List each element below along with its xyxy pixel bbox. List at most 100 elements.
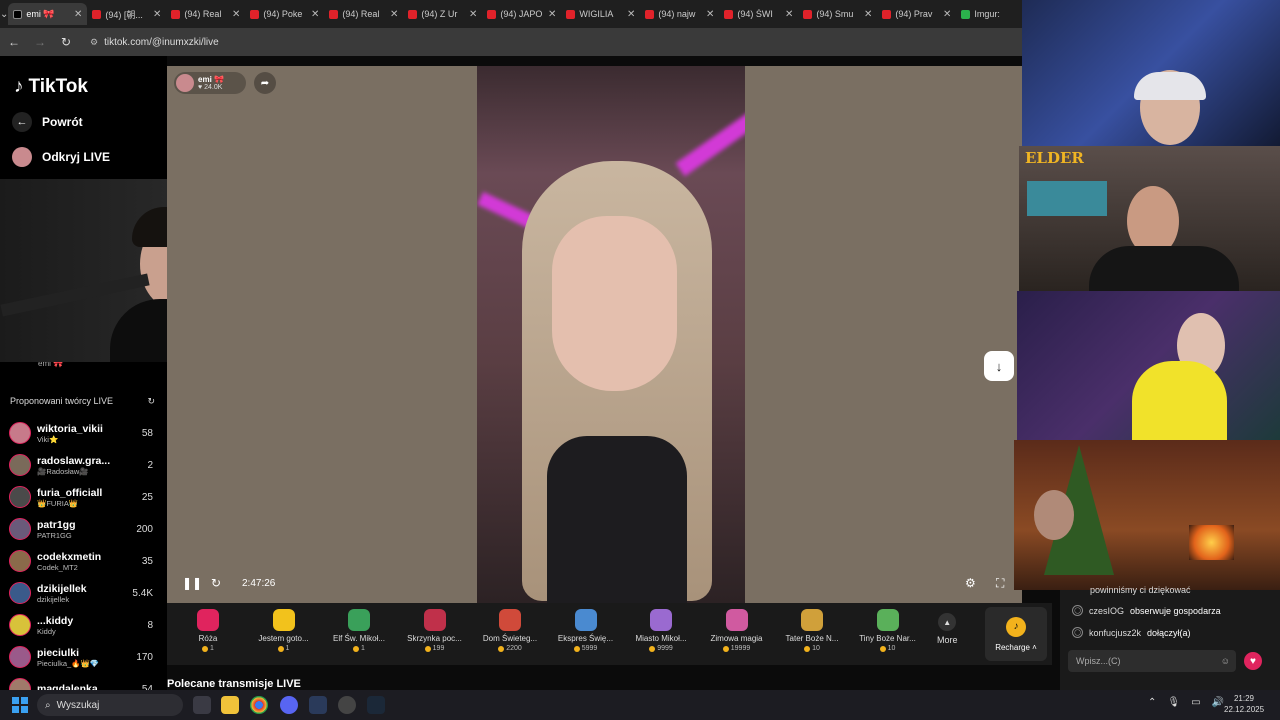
close-tab-icon[interactable]: ✕ bbox=[469, 9, 477, 20]
close-tab-icon[interactable]: ✕ bbox=[311, 9, 319, 20]
gift-item[interactable]: Miasto Mikoł... 9999 bbox=[626, 609, 696, 652]
recharge-button[interactable]: ♪ Recharge ˄ bbox=[985, 607, 1047, 661]
close-tab-icon[interactable]: ✕ bbox=[232, 9, 240, 20]
url-field[interactable]: ⚙ tiktok.com/@inumxzki/live bbox=[90, 37, 219, 48]
back-link[interactable]: ← Powrót bbox=[12, 112, 83, 132]
tiktok-logo[interactable]: ♪ TikTok bbox=[14, 76, 88, 98]
browser-tab[interactable]: (94) Prav ✕ bbox=[877, 3, 956, 25]
taskbar-search[interactable]: ⌕ Wyszukaj bbox=[37, 694, 183, 716]
creator-item[interactable]: radoslaw.gra... 🎥Radosław🎥 2 bbox=[9, 450, 153, 480]
tabs-container: emi 🎀 ✕ (94) [朝... ✕ (94) Real ✕ (94) Poke ✕ (94… bbox=[8, 3, 1022, 25]
close-tab-icon[interactable]: ✕ bbox=[390, 9, 398, 20]
creator-subtitle: Kiddy bbox=[37, 626, 56, 636]
cam-face bbox=[1034, 490, 1074, 540]
refresh-stream-icon[interactable]: ↻ bbox=[211, 576, 221, 590]
url-text: tiktok.com/@inumxzki/live bbox=[104, 36, 219, 48]
app-icon[interactable] bbox=[309, 696, 327, 714]
clock[interactable]: 21:29 22.12.2025 bbox=[1224, 693, 1264, 715]
chevron-up-icon[interactable]: ⌃ bbox=[1148, 697, 1156, 708]
chat-input[interactable]: Wpisz...(C) ☺ bbox=[1068, 650, 1236, 672]
more-gifts-button[interactable]: ▲ More bbox=[937, 613, 958, 645]
browser-tab[interactable]: (94) [朝... ✕ bbox=[87, 3, 166, 25]
browser-tab[interactable]: Imgur: bbox=[956, 3, 1022, 25]
network-icon[interactable]: ▭ bbox=[1191, 697, 1200, 708]
close-tab-icon[interactable]: ✕ bbox=[943, 9, 951, 20]
fullscreen-icon[interactable]: ⛶ bbox=[996, 576, 1004, 591]
back-arrow-icon: ← bbox=[12, 112, 32, 132]
obs-icon[interactable] bbox=[338, 696, 356, 714]
gift-item[interactable]: Dom Świeteg... 2200 bbox=[475, 609, 545, 652]
chrome-icon[interactable] bbox=[250, 696, 268, 714]
gift-item[interactable]: Zimowa magia 19999 bbox=[702, 609, 772, 652]
creator-item[interactable]: dzikijellek dzikijellek 5.4K bbox=[9, 578, 153, 608]
tiktok-favicon-icon bbox=[13, 9, 23, 19]
share-button[interactable]: ➦ bbox=[254, 72, 276, 94]
discord-icon[interactable] bbox=[280, 696, 298, 714]
chat-user[interactable]: konfucjusz2k bbox=[1089, 628, 1141, 638]
gift-item[interactable]: Tiny Boże Nar... 10 bbox=[853, 609, 923, 652]
settings-gear-icon[interactable]: ⚙ bbox=[965, 576, 976, 590]
gift-item[interactable]: Tater Boże N... 10 bbox=[777, 609, 847, 652]
close-tab-icon[interactable]: ✕ bbox=[627, 9, 635, 20]
creator-item[interactable]: wiktoria_vikii Viki⭐ 58 bbox=[9, 418, 153, 448]
forward-arrow-icon[interactable]: → bbox=[32, 34, 48, 50]
file-explorer-icon[interactable] bbox=[221, 696, 239, 714]
creator-item[interactable]: furia_officiall 👑FURIA👑 25 bbox=[9, 482, 153, 512]
creator-item[interactable]: pieciulki Pieciulka_🔥👑💎 170 bbox=[9, 642, 153, 672]
back-arrow-icon[interactable]: ← bbox=[6, 34, 22, 50]
windows-start-icon[interactable] bbox=[12, 697, 28, 713]
browser-tab[interactable]: (94) Z Ur ✕ bbox=[403, 3, 482, 25]
gift-item[interactable]: Elf Św. Mikoł... 1 bbox=[324, 609, 394, 652]
creator-item[interactable]: magdalenka_... 54 bbox=[9, 674, 153, 690]
emoji-icon[interactable]: ☺ bbox=[1221, 656, 1230, 666]
gift-item[interactable]: Róża 1 bbox=[173, 609, 243, 652]
gift-item[interactable]: Jestem goto... 1 bbox=[249, 609, 319, 652]
browser-tab-bar: ⌄ emi 🎀 ✕ (94) [朝... ✕ (94) Real ✕ (94) Poke ✕(… bbox=[0, 0, 1022, 28]
browser-tab[interactable]: (94) Real ✕ bbox=[324, 3, 403, 25]
volume-icon[interactable]: 🔊 bbox=[1212, 697, 1224, 708]
close-tab-icon[interactable]: ✕ bbox=[785, 9, 793, 20]
pause-icon[interactable]: ❚❚ bbox=[182, 576, 202, 590]
microphone-icon[interactable]: 🎙 bbox=[1167, 697, 1180, 708]
browser-tab[interactable]: (94) Smu ✕ bbox=[798, 3, 877, 25]
task-view-icon[interactable] bbox=[193, 696, 211, 714]
close-tab-icon[interactable]: ✕ bbox=[706, 9, 714, 20]
creator-text: codekxmetin Codek_MT2 bbox=[37, 551, 136, 572]
tab-search-chevron-icon[interactable]: ⌄ bbox=[0, 0, 8, 28]
gift-price-value: 199 bbox=[432, 645, 445, 652]
close-tab-icon[interactable]: ✕ bbox=[153, 9, 161, 20]
tiktok-brand: TikTok bbox=[28, 76, 88, 97]
viewer-count: 5.4K bbox=[132, 587, 153, 599]
refresh-icon[interactable]: ↻ bbox=[147, 396, 155, 407]
address-bar-row: ← → ↻ ⚙ tiktok.com/@inumxzki/live bbox=[0, 28, 1022, 56]
close-tab-icon[interactable]: ✕ bbox=[74, 9, 82, 20]
gift-item[interactable]: Skrzynka poc... 199 bbox=[400, 609, 470, 652]
browser-tab[interactable]: (94) najw ✕ bbox=[640, 3, 719, 25]
host-pill[interactable]: emi 🎀 ♥ 24.0K bbox=[174, 72, 246, 94]
site-info-icon[interactable]: ⚙ bbox=[90, 37, 98, 48]
close-tab-icon[interactable]: ✕ bbox=[548, 9, 556, 20]
browser-tab[interactable]: (94) JAPO ✕ bbox=[482, 3, 561, 25]
browser-tab[interactable]: (94) ŚWI ✕ bbox=[719, 3, 798, 25]
coin-icon bbox=[804, 645, 811, 652]
tab-label: (94) Real bbox=[184, 9, 222, 19]
recommended-heading: Polecane transmisje LIVE bbox=[167, 678, 301, 690]
recharge-label: Recharge ˄ bbox=[995, 642, 1037, 652]
close-tab-icon[interactable]: ✕ bbox=[864, 9, 872, 20]
discover-live-link[interactable]: Odkryj LIVE bbox=[12, 147, 110, 167]
creator-item[interactable]: codekxmetin Codek_MT2 35 bbox=[9, 546, 153, 576]
browser-tab[interactable]: (94) Poke ✕ bbox=[245, 3, 324, 25]
browser-tab[interactable]: emi 🎀 ✕ bbox=[8, 3, 88, 25]
next-live-button[interactable]: ↓ bbox=[984, 351, 1014, 381]
like-heart-button[interactable]: ♥ bbox=[1244, 652, 1262, 670]
gift-name: Dom Świeteg... bbox=[482, 634, 538, 643]
browser-tab[interactable]: (94) Real ✕ bbox=[166, 3, 245, 25]
reload-icon[interactable]: ↻ bbox=[58, 34, 74, 50]
live-video[interactable] bbox=[477, 66, 745, 603]
creator-item[interactable]: patr1gg PATR1GG 200 bbox=[9, 514, 153, 544]
creator-item[interactable]: ...kiddy Kiddy 8 bbox=[9, 610, 153, 640]
gift-item[interactable]: Ekspres Świę... 5999 bbox=[551, 609, 621, 652]
chat-user[interactable]: czesIOG bbox=[1089, 606, 1124, 616]
steam-icon[interactable] bbox=[367, 696, 385, 714]
browser-tab[interactable]: WIGILIA ✕ bbox=[561, 3, 640, 25]
